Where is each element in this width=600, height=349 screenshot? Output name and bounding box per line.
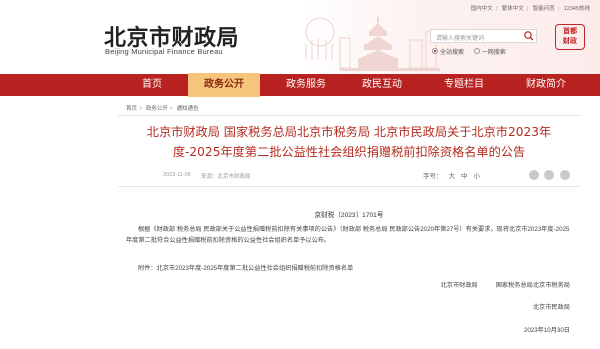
top-link-hotline[interactable]: 12345热线 [564,6,590,12]
signatory-finance-bureau: 北京市财政局 [440,282,478,289]
nav-government-services[interactable]: 政务服务 [270,74,342,96]
signing-date: 2023年10月30日 [523,327,570,334]
document-number: 京财税〔2023〕1701号 [314,212,384,219]
site-subtitle: Beijing Municipal Finance Bureau [105,47,223,56]
font-size-small[interactable]: 小 [474,173,481,180]
temple-of-heaven-skyline-icon [305,17,440,71]
top-link-qa[interactable]: 智能问答 [533,6,555,12]
signatory-tax-bureau: 国家税务总局北京市税务局 [495,282,570,289]
breadcrumb-home[interactable]: 首页 [126,106,137,112]
article-source: 来源：北京市财政局 [201,174,251,180]
attachment-link[interactable]: 附件：北京市2023年度-2025年度第二批公益性社会组织捐赠税前扣除资格名单 [138,263,353,272]
article-paragraph: 根据《财政部 税务总局 民政部关于公益性捐赠税前扣除有关事项的公告》（财政部 税… [126,226,570,244]
nav-public-interaction[interactable]: 政民互动 [346,74,418,96]
print-icon[interactable] [560,170,570,180]
top-link-traditional[interactable]: 繁体中文 [502,6,524,12]
breadcrumb-notices[interactable]: 通知通告 [177,106,199,112]
signatories-row: 北京市财政局 国家税务总局北京市税务局 [423,280,570,289]
nav-government-affairs-disclosure[interactable]: 政务公开 [188,73,260,97]
radio-unselected-icon [473,48,480,55]
radio-selected-icon [432,48,438,55]
breadcrumb-divider [118,115,580,116]
search-scope: 全站搜索 一网搜索 [432,47,514,56]
nav-special-topics[interactable]: 专题栏目 [428,74,500,96]
search-input[interactable]: 请输入搜索关键词 [430,29,537,43]
weibo-share-icon[interactable] [544,170,555,180]
share-icons [525,170,570,180]
font-size-medium[interactable]: 中 [461,173,468,180]
capital-finance-logo[interactable]: 首都 财政 [555,24,585,50]
nav-finance-intro[interactable]: 财政简介 [510,74,582,96]
nav-home[interactable]: 首页 [116,74,188,96]
publish-date: 2023-11-06 [163,172,191,178]
breadcrumb: 首页 > 政务公开 > 通知通告 [126,106,199,112]
breadcrumb-disclosure[interactable]: 政务公开 [146,106,168,112]
site-header: 国内中文 | 繁体中文 | 智能问答 | 12345热线 北京市财政局 Beijing… [0,0,600,74]
scope-network-option[interactable]: 一网搜索 [473,48,506,56]
font-size-switcher: 字号： 大中小 [423,170,480,180]
font-size-large[interactable]: 大 [449,173,456,180]
meta-divider [118,186,580,187]
signatory-civil-affairs: 北京市民政局 [532,304,570,311]
article-title: 北京市财政局 国家税务总局北京市税务局 北京市民政局关于北京市2023年 度-2… [146,125,552,159]
top-link-simplified[interactable]: 国内中文 [471,6,493,12]
font-size-label: 字号： [423,173,443,180]
scope-site-option[interactable]: 全站搜索 [432,48,464,56]
main-nav: 首页 政务公开 政务服务 政民互动 专题栏目 财政简介 [0,73,600,97]
top-links: 国内中文 | 繁体中文 | 智能问答 | 12345热线 [470,6,590,12]
search-icon[interactable] [522,30,536,42]
article-page: 首页 > 政务公开 > 通知通告 北京市财政局 国家税务总局北京市税务局 北京市民政… [118,100,580,349]
article-meta: 2023-11-06 来源：北京市财政局 字号： 大中小 [163,170,570,182]
wechat-share-icon[interactable] [528,170,539,180]
